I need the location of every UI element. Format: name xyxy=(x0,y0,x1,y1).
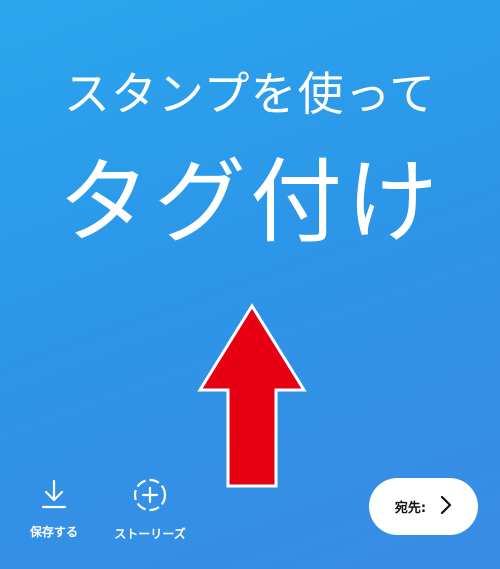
send-to-label: 宛先: xyxy=(394,501,427,516)
stories-label: ストーリーズ xyxy=(114,527,186,541)
chevron-right-icon xyxy=(440,495,452,519)
add-to-story-button[interactable]: ストーリーズ xyxy=(104,478,196,542)
up-arrow-icon xyxy=(196,302,308,490)
headline-line-2: タグ付け xyxy=(57,149,442,256)
download-icon xyxy=(18,478,90,514)
add-story-icon xyxy=(104,478,196,516)
send-to-button[interactable]: 宛先: xyxy=(369,478,478,535)
headline-line-1: スタンプを使って xyxy=(63,67,437,121)
save-label: 保存する xyxy=(29,525,78,539)
story-editor-screen: スタンプを使って タグ付け 保存する ストーリーズ 宛先: xyxy=(0,0,500,569)
save-button[interactable]: 保存する xyxy=(18,478,90,540)
